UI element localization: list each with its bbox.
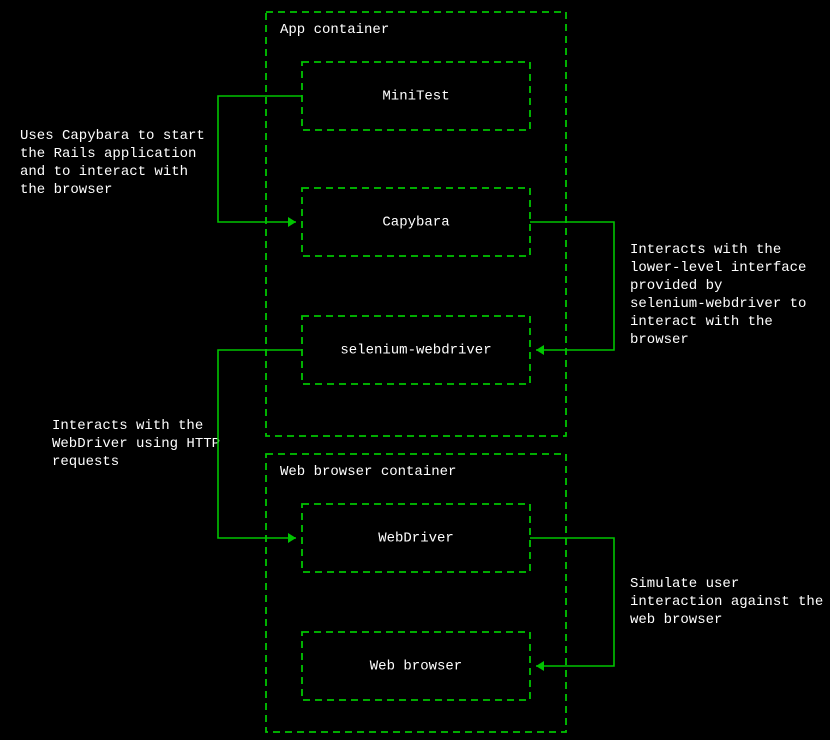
svg-text:Uses Capybara to start: Uses Capybara to start <box>20 128 205 144</box>
svg-text:web browser: web browser <box>630 612 722 628</box>
svg-text:interaction against the: interaction against the <box>630 594 823 610</box>
svg-text:Interacts with the: Interacts with the <box>52 418 203 434</box>
app-container-label: App container <box>280 22 389 38</box>
svg-text:the browser: the browser <box>20 182 112 198</box>
note-capybara-start: Uses Capybara to start the Rails applica… <box>20 128 205 198</box>
browser-label: Web browser <box>370 659 462 675</box>
note-simulate-user: Simulate user interaction against the we… <box>630 576 823 628</box>
note-selenium-interface: Interacts with the lower-level interface… <box>630 242 806 348</box>
capybara-label: Capybara <box>382 215 449 231</box>
connector-selenium-webdriver <box>218 350 302 543</box>
svg-text:requests: requests <box>52 454 119 470</box>
web-container-box <box>266 454 566 732</box>
svg-text:interact with the: interact with the <box>630 314 773 330</box>
web-container-label: Web browser container <box>280 464 456 480</box>
selenium-label: selenium-webdriver <box>340 343 491 359</box>
svg-text:browser: browser <box>630 332 689 348</box>
svg-text:Simulate user: Simulate user <box>630 576 739 592</box>
note-webdriver-http: Interacts with the WebDriver using HTTP … <box>52 418 220 470</box>
connector-webdriver-browser <box>530 538 614 671</box>
svg-text:Interacts with the: Interacts with the <box>630 242 781 258</box>
svg-text:and to interact with: and to interact with <box>20 164 188 180</box>
architecture-diagram: App container MiniTest Capybara selenium… <box>0 0 830 740</box>
connector-capybara-selenium <box>530 222 614 355</box>
svg-text:lower-level interface: lower-level interface <box>630 260 806 276</box>
svg-text:WebDriver using HTTP: WebDriver using HTTP <box>52 436 220 452</box>
svg-text:provided by: provided by <box>630 278 722 294</box>
minitest-label: MiniTest <box>382 89 449 105</box>
svg-text:the Rails application: the Rails application <box>20 146 196 162</box>
connector-minitest-capybara <box>218 96 302 227</box>
webdriver-label: WebDriver <box>378 531 454 547</box>
svg-text:selenium-webdriver to: selenium-webdriver to <box>630 296 806 312</box>
